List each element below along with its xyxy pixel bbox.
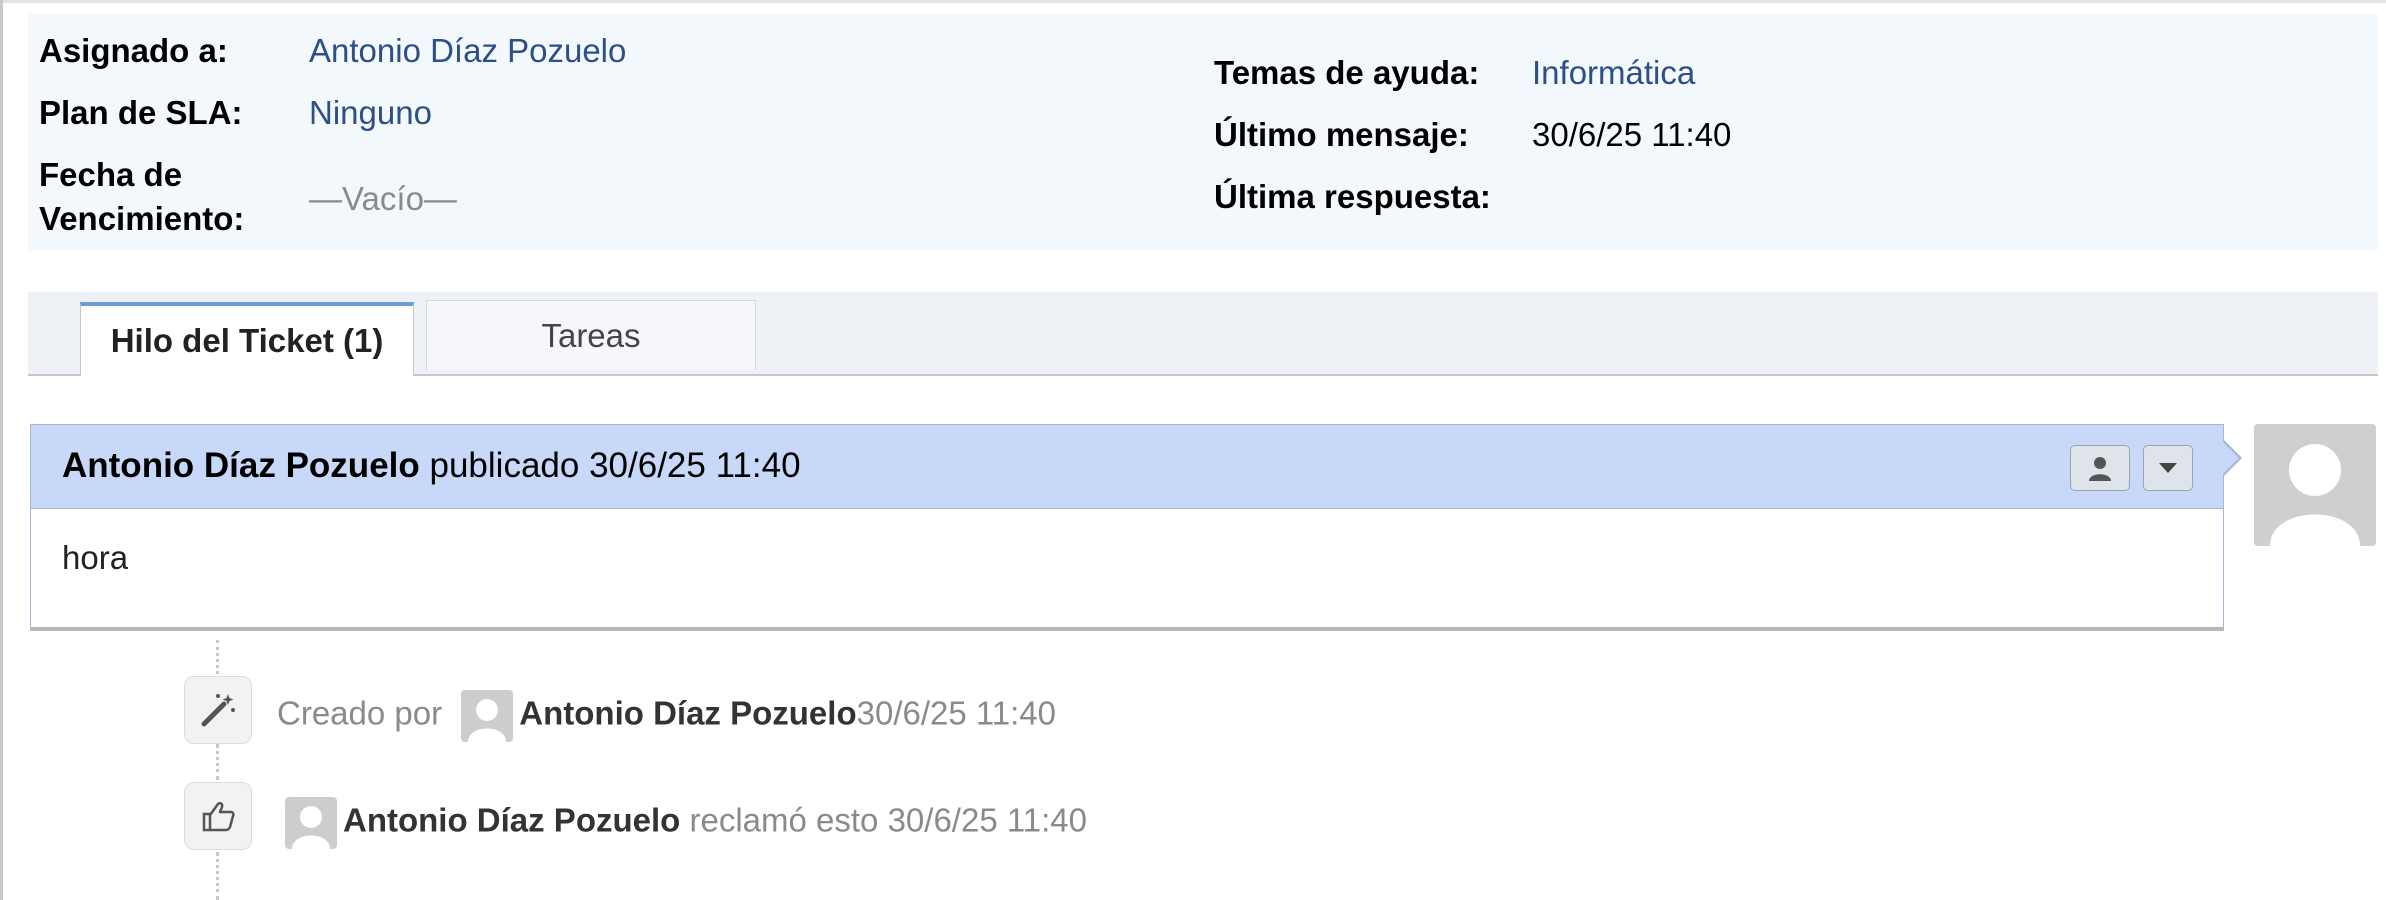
avatar <box>285 797 337 849</box>
user-avatar-icon <box>292 806 330 849</box>
event-created-time: 30/6/25 11:40 <box>856 694 1057 732</box>
user-avatar-icon <box>468 699 507 742</box>
ticket-info-panel: Asignado a: Antonio Díaz Pozuelo Plan de… <box>28 14 2378 250</box>
top-border <box>0 0 2386 3</box>
timeline-connector <box>216 640 219 674</box>
event-created-icon-box <box>184 676 252 744</box>
timeline-connector <box>216 744 219 780</box>
user-avatar-icon <box>2254 424 2376 546</box>
event-claimed-text: reclamó esto 30/6/25 11:40 <box>689 801 1087 839</box>
thumbs-up-icon <box>202 801 235 832</box>
event-created-user[interactable]: Antonio Díaz Pozuelo <box>519 695 856 732</box>
thread-pointer-fill <box>2223 442 2239 474</box>
thread-body-text: hora <box>62 539 129 576</box>
magic-wand-icon <box>201 694 235 727</box>
user-info-button[interactable] <box>2070 445 2130 491</box>
last-message-value: 30/6/25 11:40 <box>1532 116 1732 153</box>
assigned-label: Asignado a: <box>39 32 228 69</box>
avatar <box>2254 424 2376 546</box>
tab-tasks[interactable]: Tareas <box>426 300 756 370</box>
due-date-value: —Vacío— <box>309 180 457 217</box>
thread-posted-text: publicado 30/6/25 11:40 <box>429 446 801 485</box>
tab-ticket-thread[interactable]: Hilo del Ticket (1) <box>80 302 414 376</box>
due-date-label-line1: Fecha de <box>39 156 183 193</box>
chevron-down-icon <box>2159 463 2177 473</box>
event-created-prefix: Creado por <box>277 694 443 732</box>
left-border <box>0 0 3 900</box>
timeline-connector <box>216 852 219 900</box>
help-topic-value[interactable]: Informática <box>1532 52 1695 94</box>
thread-entry: Antonio Díaz Pozuelo publicado 30/6/25 1… <box>30 424 2224 628</box>
user-icon <box>2089 457 2111 481</box>
last-message-label: Último mensaje: <box>1214 116 1469 153</box>
help-topic-label: Temas de ayuda: <box>1214 54 1480 91</box>
thread-author: Antonio Díaz Pozuelo <box>62 446 420 485</box>
event-claimed-user[interactable]: Antonio Díaz Pozuelo <box>343 802 680 839</box>
sla-value[interactable]: Ninguno <box>309 92 432 134</box>
thread-entry-header: Antonio Díaz Pozuelo publicado 30/6/25 1… <box>31 425 2223 509</box>
tab-bar: Hilo del Ticket (1) Tareas <box>28 292 2378 376</box>
due-date-label-line2: Vencimiento: <box>39 200 245 237</box>
avatar <box>461 690 514 742</box>
thread-options-dropdown[interactable] <box>2143 445 2193 491</box>
event-claimed-icon-box <box>184 782 252 850</box>
thread-entry-byline: Antonio Díaz Pozuelo publicado 30/6/25 1… <box>62 444 801 488</box>
event-claimed: Antonio Díaz Pozuelo reclamó esto 30/6/2… <box>285 797 1087 849</box>
last-response-label: Última respuesta: <box>1214 178 1491 215</box>
assigned-value[interactable]: Antonio Díaz Pozuelo <box>309 30 626 72</box>
sla-label: Plan de SLA: <box>39 94 243 131</box>
event-created: Creado por Antonio Díaz Pozuelo30/6/25 1… <box>277 690 1056 742</box>
